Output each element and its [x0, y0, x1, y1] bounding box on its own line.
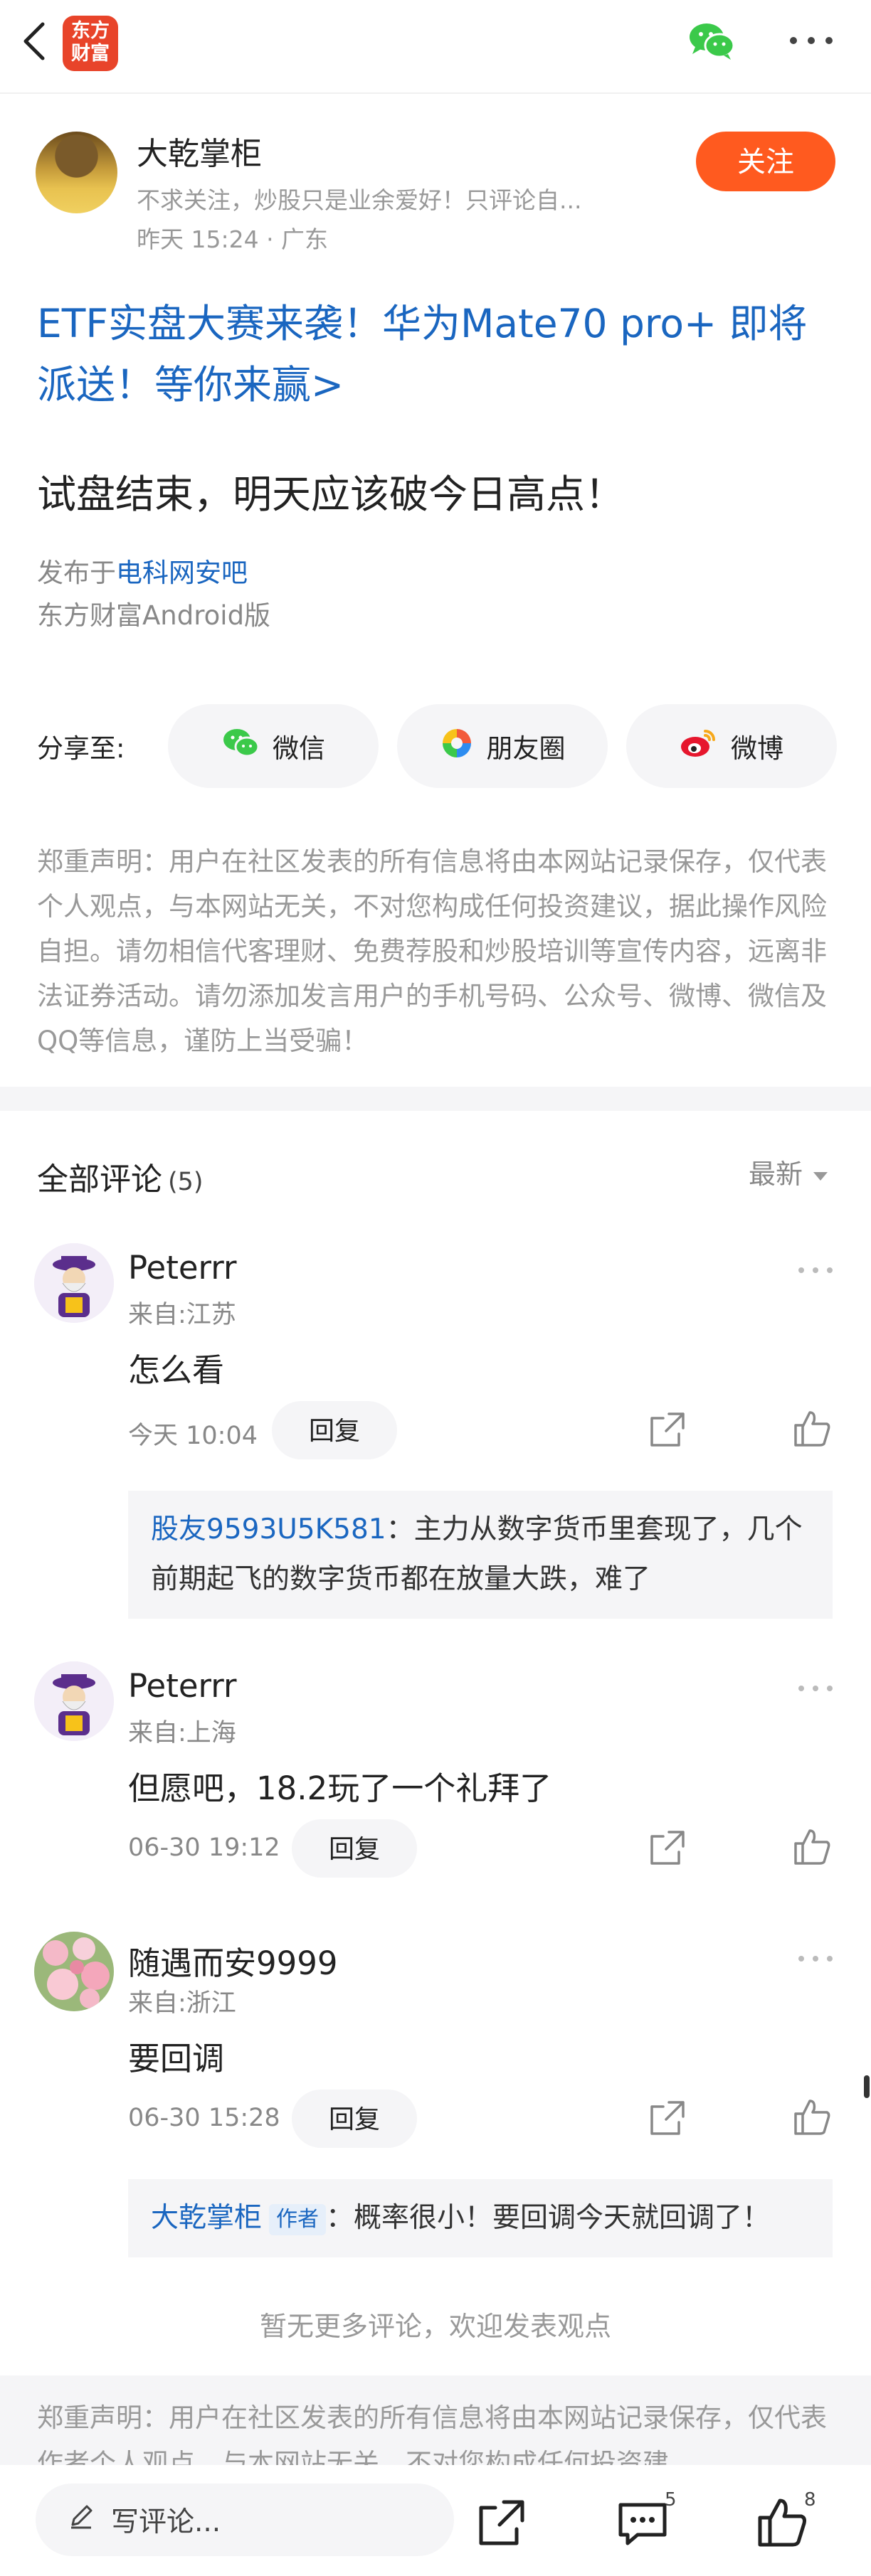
reply-button[interactable]: 回复: [292, 2090, 417, 2148]
sub-reply-user[interactable]: 大乾掌柜: [151, 2202, 262, 2234]
post-platform: 东方财富Android版: [37, 600, 271, 631]
post-title: 试盘结束，明天应该破今日高点！: [37, 472, 625, 517]
follow-button[interactable]: 关注: [696, 132, 835, 191]
share-icon[interactable]: [648, 1410, 687, 1449]
disclaimer: 郑重声明：用户在社区发表的所有信息将由本网站记录保存，仅代表个人观点，与本网站无…: [37, 846, 827, 1056]
bottom-disclaimer: 郑重声明：用户在社区发表的所有信息将由本网站记录保存，仅代表作者个人观点，与本网…: [37, 2402, 827, 2474]
comment-time: 06-30 19:12: [128, 1833, 280, 1862]
comment-count: 5: [665, 2489, 677, 2511]
comments-title-label: 全部评论: [37, 1161, 162, 1198]
commenter-avatar[interactable]: [34, 1243, 114, 1323]
divider: [0, 92, 871, 94]
sub-reply[interactable]: 股友9593U5K581：主力从数字货币里套现了，几个前期起飞的数字货币都在放量…: [128, 1491, 833, 1619]
share-icon[interactable]: [648, 2098, 687, 2138]
app-logo: 东方 财富: [63, 16, 118, 71]
like-icon[interactable]: [791, 1826, 833, 1868]
promo-link[interactable]: ETF实盘大赛来袭！华为Mate70 pro+ 即将派送！等你来赢>: [37, 293, 841, 415]
reply-button[interactable]: 回复: [272, 1401, 397, 1459]
no-more-comments: 暂无更多评论，欢迎发表观点: [259, 2311, 611, 2342]
comment-text: 要回调: [128, 2040, 225, 2077]
comment-more-icon[interactable]: [796, 1952, 835, 1966]
scrollbar[interactable]: [864, 2075, 870, 2098]
wechat-icon[interactable]: [687, 20, 737, 63]
commenter-name[interactable]: Peterrr: [128, 1667, 236, 1705]
comment-time: 06-30 15:28: [128, 2104, 280, 2132]
share-wechat-label: 微信: [273, 734, 325, 763]
published-in: 发布于电科网安吧: [37, 551, 248, 590]
share-label: 分享至:: [37, 733, 125, 764]
comment-more-icon[interactable]: [796, 1263, 835, 1277]
caret-down-icon: [811, 1159, 830, 1190]
commenter-location: 来自:浙江: [128, 1989, 236, 2018]
commenter-avatar[interactable]: [34, 1661, 114, 1741]
comment-input[interactable]: 写评论...: [36, 2484, 454, 2556]
comments-count: (5): [168, 1168, 204, 1196]
sort-label: 最新: [749, 1159, 803, 1190]
weibo-icon: [680, 727, 731, 766]
commenter-name[interactable]: Peterrr: [128, 1249, 236, 1287]
author-bio: 不求关注，炒股只是业余爱好！只评论自...: [137, 186, 582, 214]
commenter-name[interactable]: 随遇而安9999: [128, 1937, 338, 1984]
comment-text: 但愿吧，18.2玩了一个礼拜了: [128, 1769, 552, 1807]
comments-title: 全部评论 (5): [37, 1154, 204, 1199]
author-tag: 作者: [269, 2203, 327, 2235]
share-weibo-label: 微博: [731, 734, 783, 763]
commenter-location: 来自:江苏: [128, 1301, 236, 1329]
like-icon[interactable]: [791, 1408, 833, 1449]
section-divider: [0, 1087, 871, 1111]
logo-line1: 东方: [71, 20, 110, 42]
sub-reply-text: ：概率很小！要回调今天就回调了！: [326, 2202, 771, 2234]
bar-link[interactable]: 电科网安吧: [116, 558, 248, 588]
share-weibo-button[interactable]: 微博: [626, 704, 837, 788]
comment-text: 怎么看: [128, 1351, 225, 1389]
like-icon[interactable]: [791, 2097, 833, 2138]
post-time-location: 昨天 15:24 · 广东: [137, 225, 329, 253]
sub-reply-user[interactable]: 股友9593U5K581: [151, 1513, 386, 1545]
reply-button[interactable]: 回复: [292, 1819, 417, 1878]
author-avatar[interactable]: [36, 132, 117, 213]
back-icon[interactable]: [16, 20, 58, 63]
sub-reply[interactable]: 大乾掌柜 作者 ：概率很小！要回调今天就回调了！: [128, 2179, 833, 2257]
commenter-location: 来自:上海: [128, 1719, 236, 1747]
moments-icon: [440, 726, 487, 767]
published-prefix: 发布于: [37, 558, 116, 588]
wechat-icon: [221, 727, 273, 766]
like-count: 8: [804, 2489, 816, 2511]
comment-more-icon[interactable]: [796, 1681, 835, 1696]
share-moments-label: 朋友圈: [486, 734, 566, 763]
author-name[interactable]: 大乾掌柜: [137, 128, 262, 174]
comment-time: 今天 10:04: [128, 1422, 258, 1450]
pen-icon: [36, 2502, 111, 2538]
more-icon[interactable]: [786, 30, 836, 51]
share-wechat-button[interactable]: 微信: [168, 704, 379, 788]
share-icon[interactable]: [475, 2496, 528, 2549]
comment-icon[interactable]: [616, 2496, 669, 2549]
comment-input-placeholder: 写评论...: [111, 2506, 221, 2538]
logo-line2: 财富: [71, 43, 110, 65]
top-bar: 东方 财富: [0, 0, 871, 92]
share-moments-button[interactable]: 朋友圈: [397, 704, 608, 788]
sort-dropdown[interactable]: 最新: [749, 1152, 830, 1191]
like-icon[interactable]: [756, 2496, 808, 2549]
share-icon[interactable]: [648, 1828, 687, 1868]
commenter-avatar[interactable]: [34, 1932, 114, 2011]
